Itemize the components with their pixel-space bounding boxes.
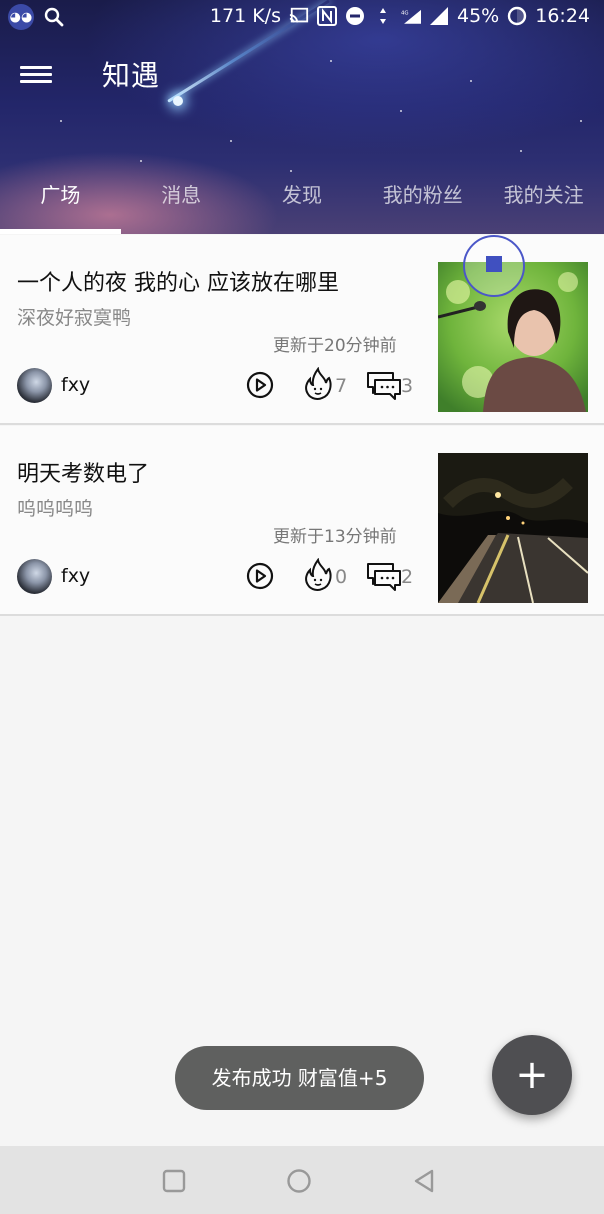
post-updated-time: 更新于20分钟前 xyxy=(273,336,397,356)
author-avatar[interactable] xyxy=(17,368,52,403)
post-subtitle: 深夜好寂寞鸭 xyxy=(17,307,132,329)
back-icon[interactable] xyxy=(412,1168,438,1194)
home-icon[interactable] xyxy=(286,1168,312,1194)
post-title: 一个人的夜 我的心 应该放在哪里 xyxy=(17,271,339,296)
like-count: 7 xyxy=(335,375,348,397)
tab-discover[interactable]: 发现 xyxy=(242,172,363,234)
do-not-disturb-icon xyxy=(346,7,364,25)
battery-percent: 45% xyxy=(457,5,500,27)
clock: 16:24 xyxy=(535,5,590,27)
system-nav-bar xyxy=(0,1146,604,1214)
network-type: 4G xyxy=(401,10,409,16)
comment-count: 2 xyxy=(401,566,414,588)
night-road-photo xyxy=(438,453,588,603)
tab-my-following[interactable]: 我的关注 xyxy=(483,172,604,234)
add-post-button[interactable]: + xyxy=(492,1035,572,1115)
comment-count: 3 xyxy=(401,375,414,397)
network-speed: 171 K/s xyxy=(209,5,281,27)
post-title: 明天考数电了 xyxy=(17,462,150,487)
header-banner: ◕◕ 171 K/s 4G 45% 16:24 知遇 广场 消息 发现 我的粉丝… xyxy=(0,0,604,234)
tab-bar: 广场 消息 发现 我的粉丝 我的关注 xyxy=(0,172,604,234)
author-name[interactable]: fxy xyxy=(61,565,90,587)
toast-message: 发布成功 财富值+5 xyxy=(175,1046,424,1110)
fire-like-icon[interactable] xyxy=(302,558,334,592)
tab-messages[interactable]: 消息 xyxy=(121,172,242,234)
battery-icon xyxy=(508,6,527,26)
post-updated-time: 更新于13分钟前 xyxy=(273,527,397,547)
plus-icon: + xyxy=(515,1052,549,1098)
nfc-icon xyxy=(317,6,337,26)
tab-my-fans[interactable]: 我的粉丝 xyxy=(362,172,483,234)
app-title: 知遇 xyxy=(102,59,161,92)
author-name[interactable]: fxy xyxy=(61,374,90,396)
play-icon[interactable] xyxy=(246,562,274,590)
post-card[interactable]: 明天考数电了 呜呜呜呜 更新于13分钟前 fxy 0 2 xyxy=(0,426,604,616)
recent-apps-icon[interactable] xyxy=(161,1168,187,1194)
status-bar: ◕◕ 171 K/s 4G 45% 16:24 xyxy=(0,0,604,34)
search-icon xyxy=(44,7,64,27)
meteor-head-decoration xyxy=(173,96,183,106)
signal-icon xyxy=(430,7,448,25)
comment-icon[interactable] xyxy=(365,369,403,401)
post-subtitle: 呜呜呜呜 xyxy=(17,498,94,520)
data-arrows-icon xyxy=(380,8,386,24)
author-avatar[interactable] xyxy=(17,559,52,594)
app-avatar-icon: ◕◕ xyxy=(8,4,34,30)
like-count: 0 xyxy=(335,566,348,588)
play-icon[interactable] xyxy=(246,371,274,399)
cast-icon xyxy=(289,7,309,23)
hamburger-menu-icon[interactable] xyxy=(20,62,52,90)
tab-square[interactable]: 广场 xyxy=(0,172,121,234)
fire-like-icon[interactable] xyxy=(302,367,334,401)
comment-icon[interactable] xyxy=(365,560,403,592)
post-thumbnail[interactable] xyxy=(438,453,588,603)
touch-indicator xyxy=(463,235,525,297)
signal-4g-icon: 4G xyxy=(401,9,421,24)
